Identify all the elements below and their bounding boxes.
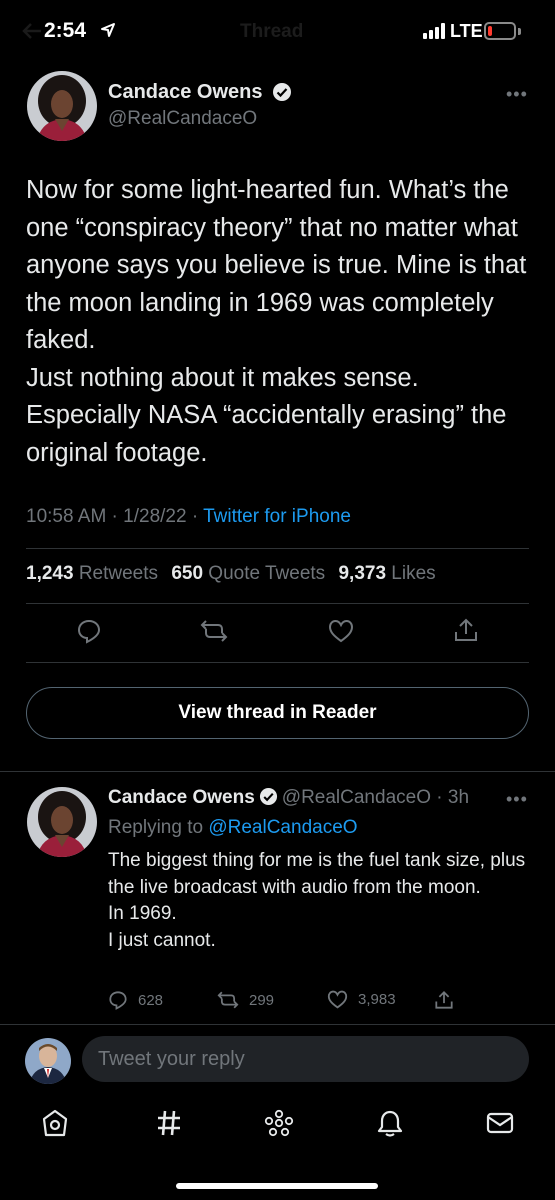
reply-input-placeholder: Tweet your reply [98,1047,245,1070]
reply-likes-count: 3,983 [358,991,396,1008]
reply-author-name[interactable]: Candace Owens [108,787,255,808]
reply-input[interactable]: Tweet your reply [82,1036,529,1082]
retweet-icon[interactable] [200,618,228,644]
verified-badge-icon [259,787,277,806]
tweet-date: 1/28/22 [123,506,187,527]
reply-author-handle[interactable]: @RealCandaceO [282,787,431,808]
location-arrow-icon [101,23,115,37]
replying-to-link[interactable]: @RealCandaceO [208,817,357,838]
notifications-bell-icon[interactable] [375,1108,405,1138]
like-icon[interactable] [328,619,354,643]
share-icon[interactable] [453,617,479,643]
tweet-time: 10:58 AM [26,506,107,527]
spaces-icon[interactable] [263,1108,295,1138]
battery-nub [518,28,521,35]
share-icon [435,991,453,1009]
retweet-icon [217,991,239,1009]
retweets-stat[interactable]: 1,243 Retweets [26,563,158,584]
more-options-icon[interactable]: ••• [506,84,528,105]
more-options-icon[interactable]: ••• [506,789,528,810]
home-icon[interactable] [40,1108,70,1138]
verified-badge-icon [273,83,291,101]
reply-retweets-count: 299 [249,991,275,1009]
reply-reply-action[interactable]: 628 [108,990,163,1010]
reply-author-avatar[interactable] [27,787,97,857]
reply-icon [109,991,127,1010]
replying-to: Replying to @RealCandaceO [108,817,358,839]
reply-retweet-action[interactable]: 299 [217,990,274,1010]
back-arrow-icon[interactable] [22,22,42,40]
home-indicator [176,1183,378,1189]
reply-age: 3h [447,787,470,808]
explore-hashtag-icon[interactable] [155,1108,183,1138]
reply-like-action[interactable]: 3,983 [327,990,396,1009]
battery-icon [484,22,516,40]
reply-replies-count: 628 [138,991,164,1009]
status-bar: 2:54 Thread LTE [0,0,555,64]
messages-envelope-icon[interactable] [485,1108,515,1138]
view-thread-button[interactable]: View thread in Reader [26,687,529,739]
author-avatar[interactable] [27,71,97,141]
tweet-meta: 10:58 AM · 1/28/22 · Twitter for iPhone [26,506,351,527]
likes-stat[interactable]: 9,373 Likes [338,563,435,584]
tweet-source[interactable]: Twitter for iPhone [203,506,351,527]
status-time: 2:54 [44,19,87,42]
reply-share-action[interactable] [434,990,464,1010]
tweet-stats: 1,243 Retweets 650 Quote Tweets 9,373 Li… [26,563,436,585]
network-label: LTE [450,21,483,41]
signal-icon [423,23,445,39]
reply-header: Candace Owens @RealCandaceO · 3h [108,787,470,808]
reply-text: The biggest thing for me is the fuel tan… [108,850,526,951]
like-icon [327,990,348,1009]
divider [0,1024,555,1025]
divider [26,662,529,663]
my-avatar[interactable] [25,1038,71,1084]
divider [26,603,529,604]
header-title: Thread [240,21,304,42]
replying-prefix: Replying to [108,817,204,838]
divider [26,548,529,549]
author-name[interactable]: Candace Owens [108,81,263,104]
divider [0,771,555,772]
reply-icon[interactable] [76,618,102,644]
tweet-text: Now for some light-hearted fun. What’s t… [26,176,527,467]
author-handle[interactable]: @RealCandaceO [108,108,257,130]
quotes-stat[interactable]: 650 Quote Tweets [171,563,325,584]
